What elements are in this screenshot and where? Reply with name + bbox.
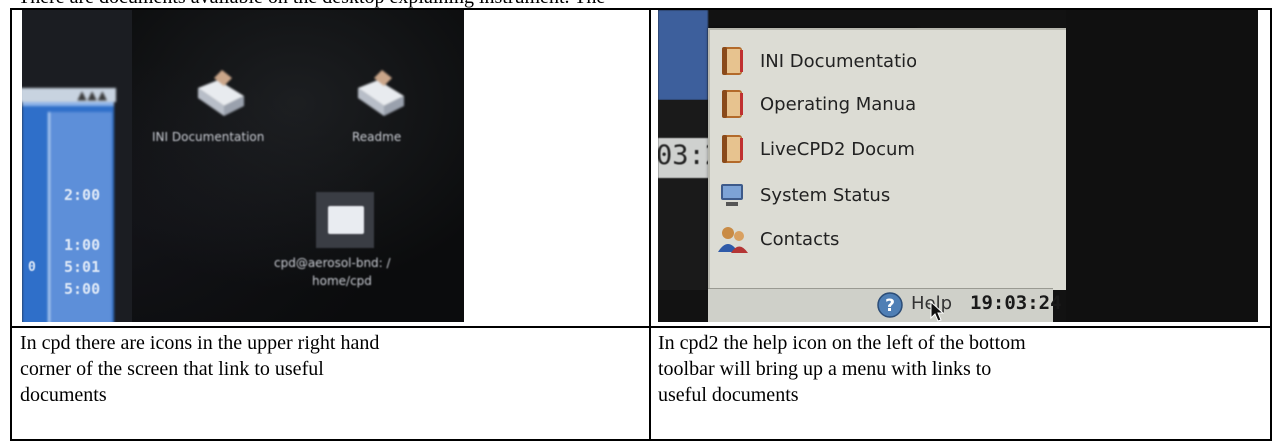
window-time-3: 5:01	[64, 258, 101, 276]
screen-background	[658, 10, 708, 100]
taskbar-clock: 19:03:24	[970, 292, 1062, 314]
menu-item-label: INI Documentation	[760, 50, 929, 72]
mouse-pointer-icon	[930, 301, 945, 322]
cpd-desktop-photo: ▲▲▲ 2:00 1:00 5:01 5:00 0 INI Documentat…	[22, 10, 464, 322]
cpd2-help-menu-photo: 03:2 INI Documentation Operating Manual …	[658, 10, 1258, 322]
table-row-divider	[10, 326, 1272, 328]
home-folder-label-line2: home/cpd	[312, 274, 372, 288]
background-clock: 03:2	[658, 138, 721, 178]
help-icon[interactable]: ?	[876, 291, 904, 319]
menu-item-label: System Status	[760, 184, 891, 206]
svg-text:?: ?	[885, 296, 895, 316]
table-column-divider	[649, 8, 651, 441]
bottom-toolbar: ? Help 19:03:24	[708, 288, 1062, 322]
book-icon	[716, 44, 750, 78]
book-icon	[716, 87, 750, 121]
table-border-right	[1270, 8, 1272, 441]
readme-desktop-icon[interactable]	[350, 68, 412, 130]
menu-overflow-area	[916, 28, 1068, 290]
left-caption-line-3: documents	[20, 384, 107, 406]
right-caption-line-1: In cpd2 the help icon on the left of the…	[658, 332, 1026, 354]
right-caption-line-2: toolbar will bring up a menu with links …	[658, 358, 992, 380]
window-time-4: 5:00	[64, 280, 101, 298]
table-border-left	[10, 8, 12, 441]
window-time-1: 2:00	[64, 186, 101, 204]
menu-item-label: Operating Manual	[760, 93, 922, 115]
window-controls-icon: ▲▲▲	[77, 88, 108, 102]
readme-desktop-label: Readme	[352, 130, 402, 144]
document-table: ▲▲▲ 2:00 1:00 5:01 5:00 0 INI Documentat…	[0, 8, 1281, 441]
left-caption-line-1: In cpd there are icons in the upper righ…	[20, 332, 380, 354]
left-caption-line-2: corner of the screen that link to useful	[20, 358, 324, 380]
window-time-2: 1:00	[64, 236, 101, 254]
home-folder-icon[interactable]	[316, 192, 374, 248]
contacts-icon	[716, 222, 750, 256]
screen-dark-area	[658, 100, 713, 290]
menu-item-label: Contacts	[760, 228, 840, 250]
right-caption-line-3: useful documents	[658, 384, 799, 406]
left-caption: In cpd there are icons in the upper righ…	[20, 330, 379, 408]
window-edge-digit: 0	[28, 260, 36, 275]
right-caption: In cpd2 the help icon on the left of the…	[658, 330, 1026, 408]
monitor-icon	[716, 178, 750, 212]
folder-paper	[328, 206, 364, 234]
book-icon	[716, 132, 750, 166]
help-menu: INI Documentation Operating Manual LiveC…	[708, 28, 990, 290]
ini-documentation-desktop-icon[interactable]	[190, 68, 252, 130]
photo-dark-edge	[1066, 10, 1258, 322]
home-folder-label-line1: cpd@aerosol-bnd: /	[274, 256, 391, 270]
ini-documentation-desktop-label: INI Documentation	[152, 130, 265, 144]
intro-text: There are documents available on the des…	[18, 0, 1258, 8]
